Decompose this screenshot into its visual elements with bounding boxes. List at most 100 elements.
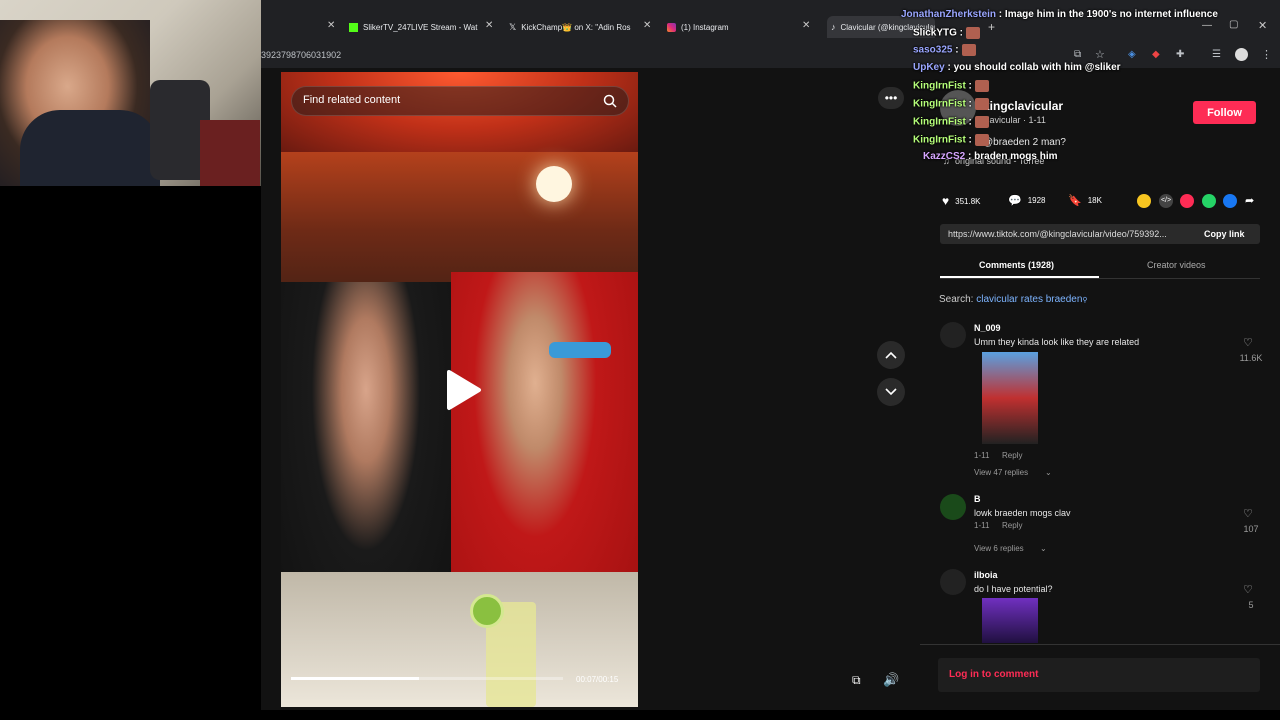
video-time: 00:07/00:15	[576, 675, 619, 684]
like-stat[interactable]: ♥ 351.8K	[942, 194, 980, 208]
chat-message: Image him in the 1900's no internet infl…	[1004, 9, 1218, 20]
code-icon[interactable]: </>	[1159, 194, 1173, 208]
emote-icon	[961, 44, 976, 56]
view-replies-button[interactable]: View 47 replies	[974, 468, 1028, 477]
close-icon[interactable]: ✕	[643, 20, 651, 31]
heart-icon: ♥	[942, 194, 950, 208]
install-icon[interactable]: ⧉	[1074, 49, 1081, 60]
view-replies-button[interactable]: View 6 replies	[974, 544, 1024, 553]
chat-message: braden mogs him	[974, 151, 1058, 162]
tab-comments[interactable]: Comments (1928)	[979, 260, 1054, 270]
emote-icon	[974, 98, 989, 110]
url-text[interactable]: 3923798706031902	[261, 50, 341, 60]
tab-instagram[interactable]: (1) Instagram	[667, 16, 797, 38]
maximize-icon[interactable]: ▢	[1229, 19, 1238, 30]
emote-icon	[974, 116, 989, 128]
comment-text: lowk braeden mogs clav	[974, 508, 1071, 518]
chat-user: UpKey	[913, 62, 945, 73]
play-icon[interactable]	[443, 368, 483, 412]
avatar[interactable]	[940, 569, 966, 595]
facebook-icon[interactable]	[1223, 194, 1237, 208]
comment-stat[interactable]: 💬 1928	[1008, 194, 1046, 207]
search-icon[interactable]	[603, 94, 617, 108]
chat-message: you should collab with him @sliker	[953, 62, 1121, 73]
login-link[interactable]: Log in to comment	[949, 669, 1038, 680]
emote-icon	[966, 27, 981, 39]
comment-icon: 💬	[1008, 195, 1022, 207]
chat-user: JonathanZherkstein	[901, 9, 997, 20]
emote-icon	[974, 80, 989, 92]
tab-sliker[interactable]: SlikerTV_247LIVE Stream - Wat	[349, 16, 489, 38]
extension-icon[interactable]: ◈	[1128, 49, 1136, 60]
chat-user: KazzCS2	[923, 151, 966, 162]
find-related-search[interactable]: Find related content	[291, 86, 629, 116]
heart-icon[interactable]: ♡	[1243, 507, 1253, 520]
comment-author[interactable]: B	[974, 494, 981, 504]
heart-icon[interactable]: ♡	[1243, 583, 1253, 596]
close-icon[interactable]: ✕	[485, 20, 493, 31]
chevron-down-icon: ⌄	[1045, 468, 1052, 477]
comment-text: Umm they kinda look like they are relate…	[974, 337, 1140, 347]
login-comment-box[interactable]: Log in to comment	[938, 658, 1260, 692]
bookmark-icon: 🔖	[1068, 195, 1082, 207]
next-video-button[interactable]	[877, 378, 905, 406]
follow-button[interactable]: Follow	[1193, 101, 1256, 124]
prev-video-button[interactable]	[877, 341, 905, 369]
post-subtitle: clavicular · 1-11	[983, 115, 1046, 125]
emote-icon	[974, 134, 989, 146]
comment-author[interactable]: ilboia	[974, 570, 998, 580]
username[interactable]: kingclavicular	[983, 99, 1063, 113]
tab-creator-videos[interactable]: Creator videos	[1147, 260, 1206, 270]
puzzle-icon[interactable]: ✚	[1176, 49, 1184, 60]
new-tab-icon[interactable]: +	[988, 20, 995, 34]
comment-image[interactable]	[982, 598, 1038, 643]
heart-icon[interactable]: ♡	[1243, 336, 1253, 349]
save-stat[interactable]: 🔖 18K	[1068, 194, 1102, 207]
avatar[interactable]	[940, 322, 966, 348]
copy-link-button[interactable]: Copy link	[1204, 229, 1245, 239]
sidebar-icon[interactable]: ☰	[1212, 49, 1221, 60]
link-box: https://www.tiktok.com/@kingclavicular/v…	[940, 224, 1260, 244]
chevron-down-icon	[885, 388, 897, 396]
bookmark-star-icon[interactable]: ☆	[1095, 48, 1105, 61]
avatar[interactable]	[940, 494, 966, 520]
x-icon: 𝕏	[509, 21, 517, 32]
share-arrow-icon[interactable]: ➦	[1245, 194, 1254, 207]
menu-dots-icon[interactable]: ⋮	[1261, 48, 1272, 61]
chat-user: KingIrnFist	[913, 80, 966, 92]
chat-user: SlickYTG	[913, 27, 957, 39]
post-caption: @braeden 2 man?	[983, 137, 1066, 148]
post-link[interactable]: https://www.tiktok.com/@kingclavicular/v…	[948, 229, 1167, 239]
extension-icon[interactable]: ◆	[1152, 49, 1160, 60]
pip-icon[interactable]: ⧉	[852, 673, 861, 688]
divider	[940, 278, 1260, 279]
comment-image[interactable]	[982, 352, 1038, 444]
chat-user: KingIrnFist	[913, 134, 966, 146]
profile-avatar[interactable]	[1235, 48, 1248, 61]
close-icon[interactable]: ✕	[802, 20, 810, 31]
search-input[interactable]: Find related content	[303, 94, 400, 106]
comment-text: do I have potential?	[974, 584, 1053, 594]
share-embed-icon[interactable]	[1137, 194, 1151, 208]
whatsapp-icon[interactable]	[1202, 194, 1216, 208]
volume-icon[interactable]: 🔊	[883, 672, 899, 688]
window-close-icon[interactable]: ✕	[1258, 19, 1267, 32]
close-icon[interactable]: ✕	[327, 20, 335, 31]
chevron-up-icon	[885, 351, 897, 359]
progress-track[interactable]	[291, 677, 563, 680]
browser-tab-bar: ✕ SlikerTV_247LIVE Stream - Wat ✕ 𝕏 Kick…	[261, 0, 1280, 44]
chat-user: KingIrnFist	[913, 98, 966, 110]
chat-user: KingIrnFist	[913, 116, 966, 128]
more-options-icon[interactable]: •••	[878, 87, 904, 109]
tab-kickchamp[interactable]: 𝕏 KickChamp👑 on X: "Adin Ros	[509, 16, 639, 38]
send-icon[interactable]	[1180, 194, 1194, 208]
tiktok-icon: ♪	[831, 22, 836, 32]
address-bar: 3923798706031902 ⧉ ☆ ◈ ◆ ✚ ☰ ⋮	[261, 44, 1280, 68]
kick-icon	[349, 22, 358, 32]
reply-button[interactable]: Reply	[1002, 451, 1022, 460]
reply-button[interactable]: Reply	[1002, 521, 1022, 530]
search-icon: ⚲	[1082, 297, 1088, 304]
comment-author[interactable]: N_009	[974, 323, 1001, 333]
minimize-icon[interactable]: —	[1202, 20, 1212, 31]
comment-search[interactable]: Search: clavicular rates braeden⚲	[939, 294, 1088, 305]
